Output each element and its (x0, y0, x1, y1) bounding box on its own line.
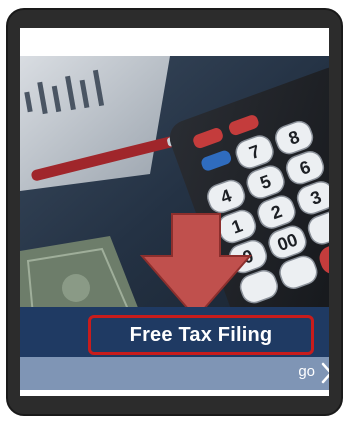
title-highlight-outline (88, 315, 314, 355)
chevron-right-icon (321, 362, 329, 384)
go-label: go (298, 363, 315, 380)
tax-calculator-photo: 7 8 4 5 6 1 2 3 0 00 (20, 56, 329, 332)
device-frame: 7 8 4 5 6 1 2 3 0 00 Free Tax Filing go (6, 8, 343, 416)
go-button[interactable]: go (20, 357, 329, 390)
tax-filing-card[interactable]: 7 8 4 5 6 1 2 3 0 00 Free Tax Filing go (20, 28, 329, 396)
